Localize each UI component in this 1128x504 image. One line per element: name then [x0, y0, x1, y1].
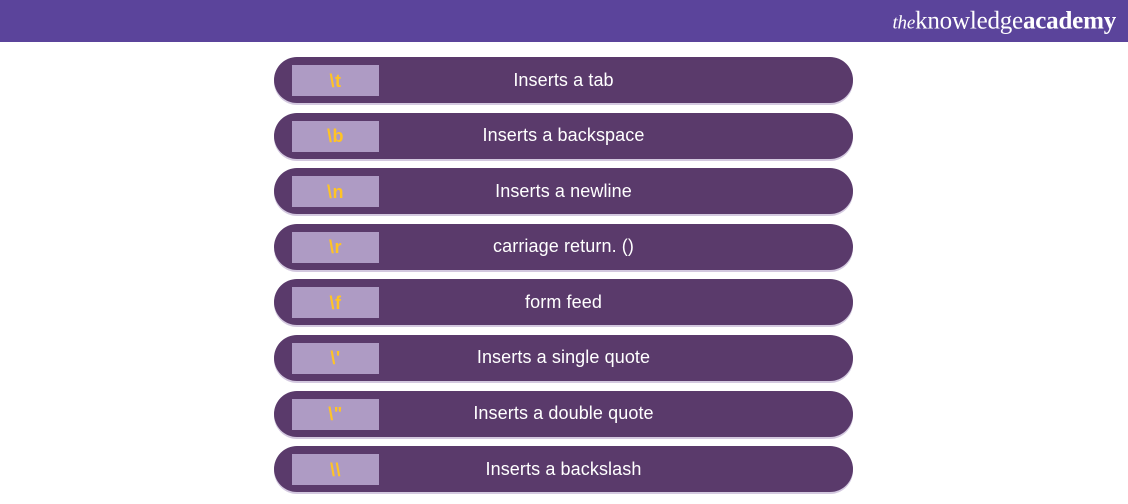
- brand-logo-knowledge: knowledge: [915, 7, 1023, 35]
- escape-sequence-list: \t Inserts a tab \b Inserts a backspace \n In…: [274, 57, 853, 502]
- escape-code-chip: \n: [292, 176, 379, 208]
- escape-code-label: \r: [328, 237, 342, 258]
- escape-code-label: \\: [329, 459, 341, 480]
- escape-sequence-row: \n Inserts a newline: [274, 168, 853, 215]
- escape-sequence-row: \b Inserts a backspace: [274, 112, 853, 159]
- escape-sequence-row: \" Inserts a double quote: [274, 390, 853, 437]
- escape-code-chip: \r: [292, 231, 379, 263]
- escape-sequence-row: \\ Inserts a backslash: [274, 446, 853, 493]
- escape-code-chip: \\: [292, 454, 379, 486]
- escape-code-chip: \': [292, 342, 379, 374]
- escape-code-label: \': [330, 348, 341, 369]
- escape-code-chip: \b: [292, 120, 379, 152]
- escape-code-label: \": [328, 404, 343, 425]
- escape-sequence-row: \f form feed: [274, 279, 853, 326]
- brand-logo-academy: academy: [1022, 7, 1116, 35]
- escape-code-label: \b: [327, 126, 344, 147]
- escape-code-chip: \": [292, 398, 379, 430]
- escape-sequence-row: \' Inserts a single quote: [274, 334, 853, 381]
- escape-code-chip: \t: [292, 65, 379, 96]
- escape-code-label: \n: [327, 181, 344, 202]
- escape-code-chip: \f: [292, 287, 379, 319]
- brand-logo-the: the: [892, 12, 916, 34]
- escape-sequence-row: \r carriage return. (): [274, 223, 853, 270]
- brand-logo: theknowledgeacademy: [892, 9, 1116, 34]
- escape-code-label: \t: [329, 70, 342, 91]
- brand-banner: theknowledgeacademy: [0, 0, 1128, 42]
- escape-code-label: \f: [329, 292, 342, 313]
- escape-sequence-row: \t Inserts a tab: [274, 57, 853, 103]
